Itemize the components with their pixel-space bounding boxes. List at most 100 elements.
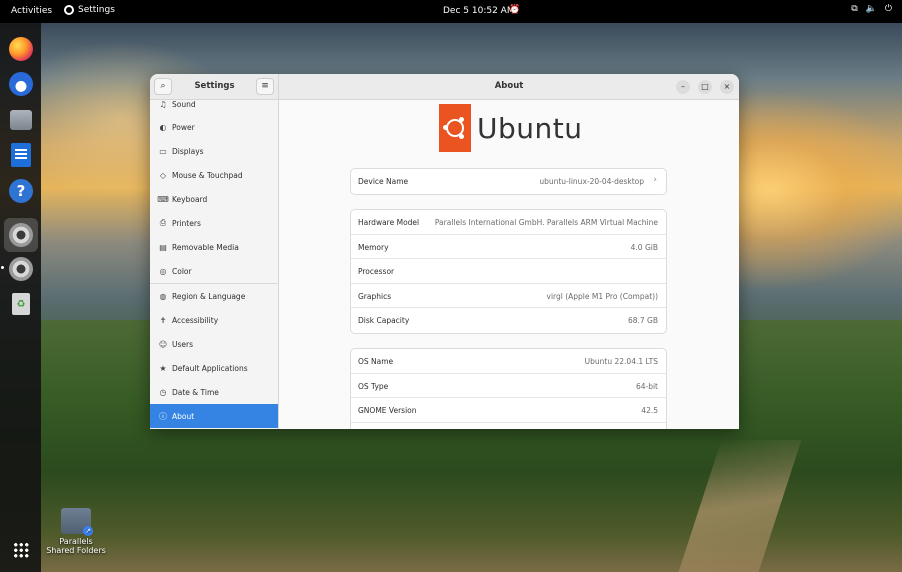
sidebar-item-label: Region & Language <box>172 291 246 301</box>
disk-capacity-value: 68.7 GB <box>627 316 658 325</box>
dock-settings[interactable] <box>6 254 36 284</box>
dock-trash[interactable]: ♻ <box>6 289 36 319</box>
sidebar-item-label: Mouse & Touchpad <box>172 170 243 180</box>
users-icon: ☺ <box>158 339 168 349</box>
ubuntu-logo: Ubuntu <box>439 104 582 152</box>
thunderbird-icon <box>9 72 33 96</box>
gear-icon <box>64 5 74 15</box>
processor-label: Processor <box>358 267 395 276</box>
dock-files[interactable] <box>6 105 36 135</box>
sidebar-item-color[interactable]: ◎ Color <box>150 259 278 283</box>
volume-icon: 🔈 <box>865 4 877 14</box>
info-icon: ⓘ <box>159 411 167 421</box>
sidebar-item-label: Keyboard <box>172 194 208 204</box>
sidebar-item-keyboard[interactable]: ⌨ Keyboard <box>150 187 278 211</box>
desktop-folder-parallels[interactable]: ↗ Parallels Shared Folders <box>44 508 108 555</box>
files-icon <box>10 110 32 130</box>
memory-label: Memory <box>358 242 389 252</box>
mouse-icon: ◇ <box>159 170 167 180</box>
graphics-value: virgl (Apple M1 Pro (Compat)) <box>546 291 658 301</box>
hardware-model-row: Hardware Model Parallels International G… <box>351 210 666 235</box>
media-icon: ▤ <box>159 242 167 252</box>
sidebar-item-users[interactable]: ☺ Users <box>150 332 278 356</box>
dock-writer[interactable] <box>6 140 36 170</box>
os-name-row: OS Name Ubuntu 22.04.1 LTS <box>351 349 666 374</box>
help-icon: ? <box>9 179 33 203</box>
dock-firefox[interactable] <box>6 34 36 64</box>
network-icon: ⧉ <box>851 4 858 14</box>
alarm-icon: ⏰ <box>509 5 521 15</box>
sidebar-item-accessibility[interactable]: ✝ Accessibility <box>150 308 278 332</box>
settings-gear-icon <box>9 223 33 247</box>
hardware-card: Hardware Model Parallels International G… <box>350 209 667 334</box>
sidebar-item-label: Accessibility <box>172 315 219 325</box>
settings-gear-icon <box>9 257 33 281</box>
app-menu[interactable]: Settings <box>64 5 115 15</box>
hardware-model-value: Parallels International GmbH. Parallels … <box>434 218 658 227</box>
apps-grid-icon <box>13 542 29 558</box>
device-name-row[interactable]: Device Name ubuntu-linux-20-04-desktop › <box>351 169 666 194</box>
sidebar-item-label: Removable Media <box>172 242 239 252</box>
graphics-label: Graphics <box>358 291 392 301</box>
minimize-button[interactable]: – <box>676 80 690 94</box>
ubuntu-wordmark: Ubuntu <box>477 111 583 145</box>
sidebar-item-mouse-touchpad[interactable]: ◇ Mouse & Touchpad <box>150 163 278 187</box>
sidebar-item-label: Displays <box>172 146 204 156</box>
os-type-value: 64-bit <box>635 381 658 391</box>
main-header: About – □ × <box>279 74 739 100</box>
device-name-card: Device Name ubuntu-linux-20-04-desktop › <box>350 168 667 195</box>
sidebar-item-label: Default Applications <box>172 363 248 373</box>
graphics-row: Graphics virgl (Apple M1 Pro (Compat)) <box>351 284 666 308</box>
sidebar-item-region-language[interactable]: ◍ Region & Language <box>150 284 278 308</box>
clock[interactable]: Dec 5 10:52 AM <box>443 6 515 16</box>
sidebar-item-removable-media[interactable]: ▤ Removable Media <box>150 235 278 259</box>
system-tray[interactable]: ⧉ 🔈 ⏻ <box>851 4 892 14</box>
logo-dot <box>443 125 448 130</box>
sidebar-item-date-time[interactable]: ◷ Date & Time <box>150 380 278 404</box>
color-icon: ◎ <box>159 266 167 276</box>
dock: ? ♻ <box>0 23 41 572</box>
logo-dot <box>459 117 464 122</box>
activities-button[interactable]: Activities <box>11 6 52 16</box>
top-bar: Activities Settings Dec 5 10:52 AM ⏰ ⧉ 🔈… <box>0 0 902 23</box>
folder-icon: ↗ <box>61 508 93 536</box>
processor-row: Processor <box>351 259 666 284</box>
chevron-right-icon: › <box>653 175 657 185</box>
sidebar-item-label: Users <box>172 339 194 349</box>
sidebar-item-label: Printers <box>172 218 201 228</box>
about-panel: Ubuntu Device Name ubuntu-linux-20-04-de… <box>279 100 739 429</box>
memory-row: Memory 4.0 GiB <box>351 235 666 259</box>
sidebar-item-displays[interactable]: ▭ Displays <box>150 139 278 163</box>
device-name-label: Device Name <box>358 177 409 186</box>
os-type-label: OS Type <box>358 381 389 391</box>
os-name-value: Ubuntu 22.04.1 LTS <box>584 357 658 366</box>
gnome-version-row: GNOME Version 42.5 <box>351 398 666 423</box>
windowing-system-row <box>351 423 666 430</box>
sidebar-item-power[interactable]: ◐ Power <box>150 115 278 139</box>
dock-help[interactable]: ? <box>6 176 36 206</box>
settings-window: ⌕ Settings ≡ About – □ × ♫ Sound ◐ Power… <box>150 74 739 429</box>
sidebar: ♫ Sound ◐ Power ▭ Displays ◇ Mouse & Tou… <box>150 100 279 429</box>
printer-icon: ⎙ <box>159 218 167 227</box>
sidebar-item-printers[interactable]: ⎙ Printers <box>150 211 278 235</box>
accessibility-icon: ✝ <box>159 315 167 325</box>
hamburger-menu-button[interactable]: ≡ <box>256 78 274 95</box>
sidebar-item-sound[interactable]: ♫ Sound <box>150 100 278 116</box>
app-menu-label: Settings <box>78 5 115 15</box>
clock-icon: ◷ <box>159 387 167 397</box>
os-card: OS Name Ubuntu 22.04.1 LTS OS Type 64-bi… <box>350 348 667 429</box>
dock-thunderbird[interactable] <box>6 69 36 99</box>
ubuntu-circle-of-friends-icon <box>439 104 471 152</box>
maximize-button[interactable]: □ <box>698 80 712 94</box>
sidebar-item-label: Date & Time <box>172 387 219 397</box>
close-button[interactable]: × <box>720 80 734 94</box>
page-title: About <box>494 81 524 91</box>
sidebar-item-default-applications[interactable]: ★ Default Applications <box>150 356 278 380</box>
sidebar-item-about[interactable]: ⓘ About <box>150 404 278 428</box>
sidebar-item-label: Color <box>172 266 192 276</box>
sidebar-item-label: Sound <box>172 100 196 109</box>
trash-icon: ♻ <box>12 293 30 315</box>
logo-dot <box>459 134 464 139</box>
show-apps-button[interactable] <box>6 535 36 565</box>
dock-settings-active[interactable] <box>4 218 38 252</box>
